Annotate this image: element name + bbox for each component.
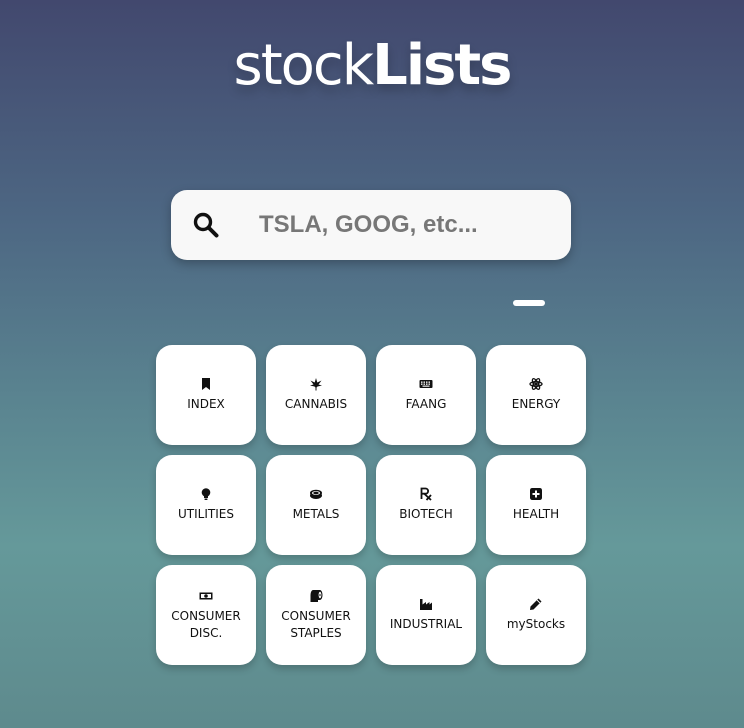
medical-plus-icon [530, 488, 542, 500]
menu-handle[interactable] [513, 300, 545, 306]
category-metals-button[interactable]: METALS [266, 455, 366, 555]
category-label: CANNABIS [284, 397, 348, 411]
atom-icon [529, 378, 543, 390]
logo-text-light: stock [233, 33, 375, 98]
category-energy-button[interactable]: ENERGY [486, 345, 586, 445]
money-bill-icon [199, 592, 213, 599]
factory-icon [420, 599, 432, 610]
category-label: UTILITIES [178, 507, 234, 521]
logo-text-bold: Lists [372, 33, 512, 98]
category-grid: INDEX CANNABIS FAANG ENERGY UTILITIES ME… [156, 345, 586, 665]
bookmark-icon [202, 378, 210, 390]
category-faang-button[interactable]: FAANG [376, 345, 476, 445]
prescription-icon [420, 487, 432, 501]
category-index-button[interactable]: INDEX [156, 345, 256, 445]
category-health-button[interactable]: HEALTH [486, 455, 586, 555]
category-label: INDUSTRIAL [389, 617, 463, 631]
category-label: CONSUMER DISC. [171, 608, 241, 640]
category-consumer-disc-button[interactable]: CONSUMER DISC. [156, 565, 256, 665]
lightbulb-icon [201, 488, 211, 500]
category-mystocks-button[interactable]: myStocks [486, 565, 586, 665]
category-label: ENERGY [511, 397, 561, 411]
category-utilities-button[interactable]: UTILITIES [156, 455, 256, 555]
category-biotech-button[interactable]: BIOTECH [376, 455, 476, 555]
search-input[interactable] [259, 207, 549, 243]
category-label: HEALTH [512, 507, 560, 521]
toilet-paper-icon [310, 589, 323, 602]
category-label: FAANG [405, 397, 447, 411]
pencil-icon [530, 598, 542, 610]
category-label: BIOTECH [399, 507, 453, 521]
coin-stack-icon [310, 489, 322, 499]
category-label: METALS [292, 507, 340, 521]
category-cannabis-button[interactable]: CANNABIS [266, 345, 366, 445]
category-label: INDEX [187, 397, 225, 411]
cannabis-leaf-icon [310, 378, 322, 391]
category-consumer-staples-button[interactable]: CONSUMER STAPLES [266, 565, 366, 665]
app-logo: stockLists [0, 28, 744, 104]
keyboard-icon [419, 380, 433, 388]
category-label: myStocks [506, 617, 566, 631]
search-bar[interactable] [171, 190, 571, 260]
category-industrial-button[interactable]: INDUSTRIAL [376, 565, 476, 665]
category-label: CONSUMER STAPLES [281, 608, 351, 640]
search-icon[interactable] [193, 212, 219, 238]
